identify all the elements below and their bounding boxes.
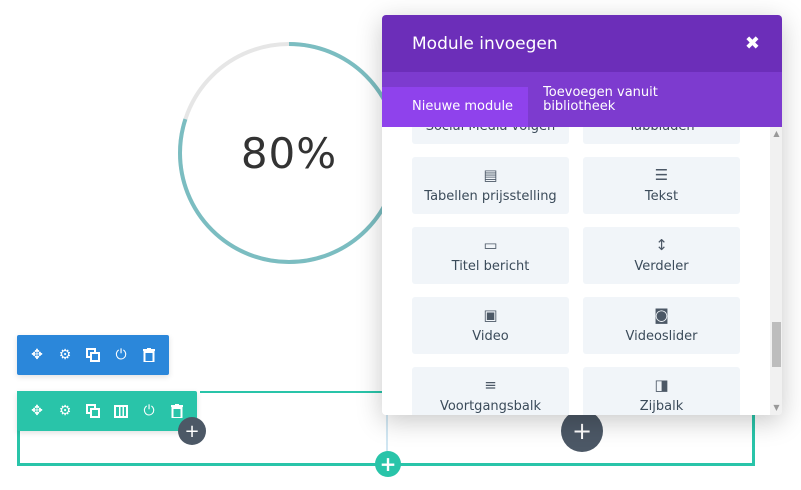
module-card-label: Tekst bbox=[644, 188, 679, 204]
module-card-label: Videoslider bbox=[625, 328, 698, 344]
section-toolbar: ✥ ⚙ ⏻ bbox=[17, 335, 169, 375]
move-icon[interactable]: ✥ bbox=[23, 393, 51, 429]
text-icon: ☰ bbox=[654, 165, 669, 184]
module-card[interactable]: ▭Tabbladen bbox=[583, 127, 740, 144]
row-toolbar: ✥ ⚙ ⏻ bbox=[17, 391, 197, 431]
add-module-button[interactable]: + bbox=[178, 417, 206, 445]
module-card[interactable]: ◨ Zijbalk bbox=[583, 367, 740, 415]
module-card[interactable]: ⤴Social Media volgen bbox=[412, 127, 569, 144]
close-icon[interactable]: ✖ bbox=[745, 33, 760, 54]
counter-value: 80% bbox=[240, 128, 338, 178]
pricing-table-icon: ▤ bbox=[483, 165, 498, 184]
insert-module-modal: Module invoegen ✖ Nieuwe module Toevoege… bbox=[382, 15, 782, 415]
module-card-label: Social Media volgen bbox=[426, 127, 556, 134]
divider-icon: ↕ bbox=[655, 235, 668, 254]
module-card[interactable]: ≡ Voortgangsbalk bbox=[412, 367, 569, 415]
module-card[interactable]: ☰ Tekst bbox=[583, 157, 740, 214]
circle-counter: 80% bbox=[176, 40, 402, 266]
modal-title: Module invoegen bbox=[412, 33, 558, 54]
sidebar-icon: ◨ bbox=[654, 375, 669, 394]
scroll-thumb[interactable] bbox=[772, 322, 781, 367]
add-row-button[interactable]: + bbox=[375, 451, 401, 477]
modal-header: Module invoegen ✖ bbox=[382, 15, 782, 72]
module-card-label: Tabellen prijsstelling bbox=[424, 188, 557, 204]
module-card[interactable]: ▤ Tabellen prijsstelling bbox=[412, 157, 569, 214]
scroll-up-icon[interactable]: ▲ bbox=[772, 129, 781, 139]
duplicate-icon[interactable] bbox=[79, 337, 107, 373]
gear-icon[interactable]: ⚙ bbox=[51, 393, 79, 429]
power-icon[interactable]: ⏻ bbox=[107, 337, 135, 373]
module-card[interactable]: ▭ Titel bericht bbox=[412, 227, 569, 284]
module-card-label: Tabbladen bbox=[628, 127, 694, 134]
module-list: ⤴Social Media volgen▭Tabbladen▤Tabellen … bbox=[382, 127, 768, 415]
move-icon[interactable]: ✥ bbox=[23, 337, 51, 373]
gear-icon[interactable]: ⚙ bbox=[51, 337, 79, 373]
module-card-label: Verdeler bbox=[634, 258, 689, 274]
video-icon: ▣ bbox=[483, 305, 498, 324]
module-card[interactable]: ↕ Verdeler bbox=[583, 227, 740, 284]
module-card-label: Voortgangsbalk bbox=[439, 398, 542, 414]
modal-tabs: Nieuwe module Toevoegen vanuit bibliothe… bbox=[382, 72, 782, 127]
module-card-label: Titel bericht bbox=[451, 258, 530, 274]
scroll-down-icon[interactable]: ▼ bbox=[772, 403, 781, 413]
scrollbar[interactable]: ▲ ▼ bbox=[770, 127, 782, 415]
columns-icon[interactable] bbox=[107, 393, 135, 429]
tab-new-module[interactable]: Nieuwe module bbox=[382, 87, 529, 127]
module-card[interactable]: ◙ Videoslider bbox=[583, 297, 740, 354]
progress-bar-icon: ≡ bbox=[484, 375, 497, 394]
tab-add-from-library[interactable]: Toevoegen vanuit bibliotheek bbox=[528, 72, 708, 127]
add-module-button[interactable]: + bbox=[561, 410, 603, 452]
trash-icon[interactable] bbox=[135, 337, 163, 373]
post-title-icon: ▭ bbox=[483, 235, 498, 254]
module-card-label: Zijbalk bbox=[639, 398, 684, 414]
video-slider-icon: ◙ bbox=[654, 305, 669, 324]
module-card-label: Video bbox=[472, 328, 509, 344]
power-icon[interactable]: ⏻ bbox=[135, 393, 163, 429]
module-card[interactable]: ▣ Video bbox=[412, 297, 569, 354]
duplicate-icon[interactable] bbox=[79, 393, 107, 429]
